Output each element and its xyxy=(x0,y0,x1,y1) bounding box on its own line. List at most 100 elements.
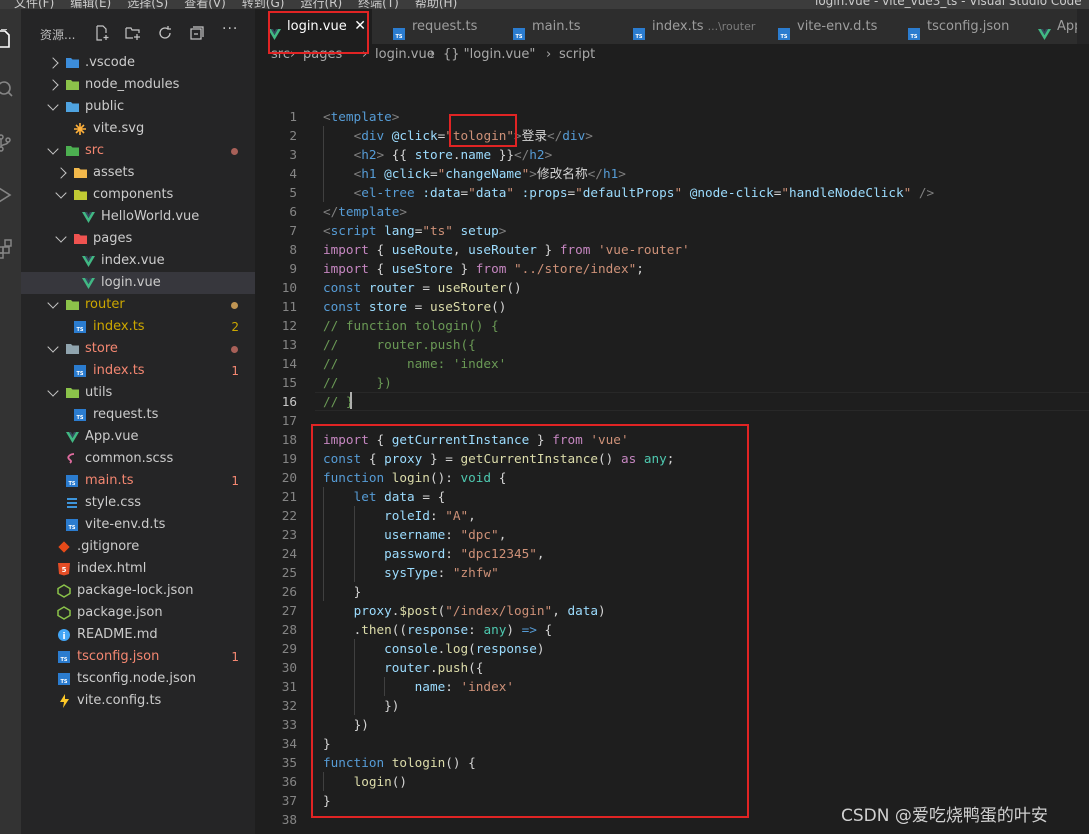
tree-file[interactable]: login.vue xyxy=(21,272,255,294)
tree-file[interactable]: vite.svg xyxy=(21,118,255,140)
menu-item[interactable]: 选择(S) xyxy=(127,0,168,9)
breadcrumb-item[interactable]: login.vue xyxy=(375,44,435,66)
run-debug-activity-icon[interactable] xyxy=(0,183,21,207)
code-line[interactable]: 2 <div @click="tologin">登录</div> xyxy=(255,126,1089,145)
tree-file[interactable]: style.css xyxy=(21,492,255,514)
chevron-right-icon[interactable] xyxy=(47,57,59,69)
tree-file[interactable]: TS index.ts 2 xyxy=(21,316,255,338)
menu-item[interactable]: 运行(R) xyxy=(300,0,342,9)
code-text: // function tologin() { xyxy=(323,316,499,335)
code-line[interactable]: 16 // } xyxy=(255,392,1089,411)
breadcrumb-item[interactable]: {} "login.vue" xyxy=(443,44,535,66)
code-token: // } xyxy=(323,394,354,409)
editor-tab[interactable]: TS vite-env.d.ts xyxy=(757,9,888,44)
modified-dot-icon xyxy=(231,346,238,353)
code-line[interactable]: 11 const store = useStore() xyxy=(255,297,1089,316)
chevron-down-icon[interactable] xyxy=(47,99,59,111)
code-line[interactable]: 15 // }) xyxy=(255,373,1089,392)
menu-item[interactable]: 帮助(H) xyxy=(415,0,457,9)
tree-file[interactable]: App.vue xyxy=(21,426,255,448)
editor-tab[interactable]: TS main.ts xyxy=(492,9,613,44)
menu-item[interactable]: 文件(F) xyxy=(14,0,54,9)
explorer-sidebar: 资源... ··· .vscode node_modules public vite.… xyxy=(21,9,255,834)
chevron-down-icon[interactable] xyxy=(47,385,59,397)
tree-folder[interactable]: assets xyxy=(21,162,255,184)
tree-folder[interactable]: .vscode xyxy=(21,52,255,74)
refresh-icon[interactable] xyxy=(157,25,173,44)
tree-file[interactable]: TS index.ts 1 xyxy=(21,360,255,382)
new-folder-icon[interactable] xyxy=(125,25,141,44)
editor-tab[interactable]: TS index.ts ...\router xyxy=(612,9,758,44)
search-activity-icon[interactable] xyxy=(0,77,21,101)
tree-file[interactable]: TS vite-env.d.ts xyxy=(21,514,255,536)
tree-folder[interactable]: components xyxy=(21,184,255,206)
tree-file[interactable]: TS request.ts xyxy=(21,404,255,426)
tree-file[interactable]: TS tsconfig.node.json xyxy=(21,668,255,690)
code-token: from xyxy=(475,261,507,276)
code-line[interactable]: 7 <script lang="ts" setup> xyxy=(255,221,1089,240)
new-file-icon[interactable] xyxy=(94,25,110,44)
line-number: 3 xyxy=(289,147,297,162)
extensions-activity-icon[interactable] xyxy=(0,237,21,261)
explorer-activity-icon[interactable] xyxy=(0,27,21,51)
chevron-down-icon[interactable] xyxy=(47,341,59,353)
chevron-down-icon[interactable] xyxy=(55,231,67,243)
tree-folder[interactable]: utils xyxy=(21,382,255,404)
code-line[interactable]: 13 // router.push({ xyxy=(255,335,1089,354)
chevron-right-icon[interactable] xyxy=(47,79,59,91)
chevron-down-icon[interactable] xyxy=(47,143,59,155)
editor-tab[interactable]: TS request.ts xyxy=(372,9,493,44)
code-token: }} xyxy=(491,147,515,162)
tree-file[interactable]: TS tsconfig.json 1 xyxy=(21,646,255,668)
tree-file[interactable]: index.vue xyxy=(21,250,255,272)
code-line[interactable]: 1 <template> xyxy=(255,107,1089,126)
svg-text:TS: TS xyxy=(395,34,402,40)
menu-item[interactable]: 查看(V) xyxy=(184,0,226,9)
source-control-activity-icon[interactable] xyxy=(0,131,21,155)
tree-file[interactable]: i README.md xyxy=(21,624,255,646)
tree-file[interactable]: package-lock.json xyxy=(21,580,255,602)
tree-folder[interactable]: public xyxy=(21,96,255,118)
code-line[interactable]: 10 const router = useRouter() xyxy=(255,278,1089,297)
tree-file[interactable]: package.json xyxy=(21,602,255,624)
tab-label-text: tsconfig.json xyxy=(927,19,1010,34)
code-line[interactable]: 9 import { useStore } from "../store/inde… xyxy=(255,259,1089,278)
tree-file[interactable]: .gitignore xyxy=(21,536,255,558)
code-token: useStore xyxy=(391,261,453,276)
chevron-down-icon[interactable] xyxy=(55,187,67,199)
tree-item-label: vite.config.ts xyxy=(77,693,162,708)
code-token: router xyxy=(368,280,415,295)
tree-folder[interactable]: router xyxy=(21,294,255,316)
code-line[interactable]: 6 </template> xyxy=(255,202,1089,221)
menu-item[interactable]: 终端(T) xyxy=(358,0,399,9)
menu-item[interactable]: 转到(G) xyxy=(242,0,285,9)
tree-folder[interactable]: src xyxy=(21,140,255,162)
tree-file[interactable]: TS main.ts 1 xyxy=(21,470,255,492)
code-line[interactable]: 8 import { useRoute, useRouter } from 'vu… xyxy=(255,240,1089,259)
tree-file[interactable]: HelloWorld.vue xyxy=(21,206,255,228)
menu-item[interactable]: 编辑(E) xyxy=(70,0,111,9)
tree-folder[interactable]: pages xyxy=(21,228,255,250)
chevron-down-icon[interactable] xyxy=(47,297,59,309)
tree-folder[interactable]: store xyxy=(21,338,255,360)
tree-folder[interactable]: node_modules xyxy=(21,74,255,96)
collapse-all-icon[interactable] xyxy=(189,25,205,44)
code-line[interactable]: 5 <el-tree :data="data" :props="defaultP… xyxy=(255,183,1089,202)
svg-text:TS: TS xyxy=(515,34,522,40)
chevron-right-icon[interactable] xyxy=(55,167,67,179)
code-line[interactable]: 4 <h1 @click="changeName">修改名称</h1> xyxy=(255,164,1089,183)
code-line[interactable]: 12 // function tologin() { xyxy=(255,316,1089,335)
explorer-title: 资源... xyxy=(40,28,76,42)
editor-tab[interactable]: TS tsconfig.json xyxy=(887,9,1018,44)
tree-file[interactable]: vite.config.ts xyxy=(21,690,255,712)
more-actions-icon[interactable]: ··· xyxy=(222,21,238,37)
tree-item-label: assets xyxy=(93,165,135,180)
breadcrumb-item[interactable]: script xyxy=(559,44,595,66)
code-line[interactable]: 3 <h2> {{ store.name }}</h2> xyxy=(255,145,1089,164)
editor-tab[interactable]: App xyxy=(1017,9,1078,44)
tree-file[interactable]: common.scss xyxy=(21,448,255,470)
code-line[interactable]: 14 // name: 'index' xyxy=(255,354,1089,373)
tree-file[interactable]: 5 index.html xyxy=(21,558,255,580)
code-text: // name: 'index' xyxy=(323,354,506,373)
